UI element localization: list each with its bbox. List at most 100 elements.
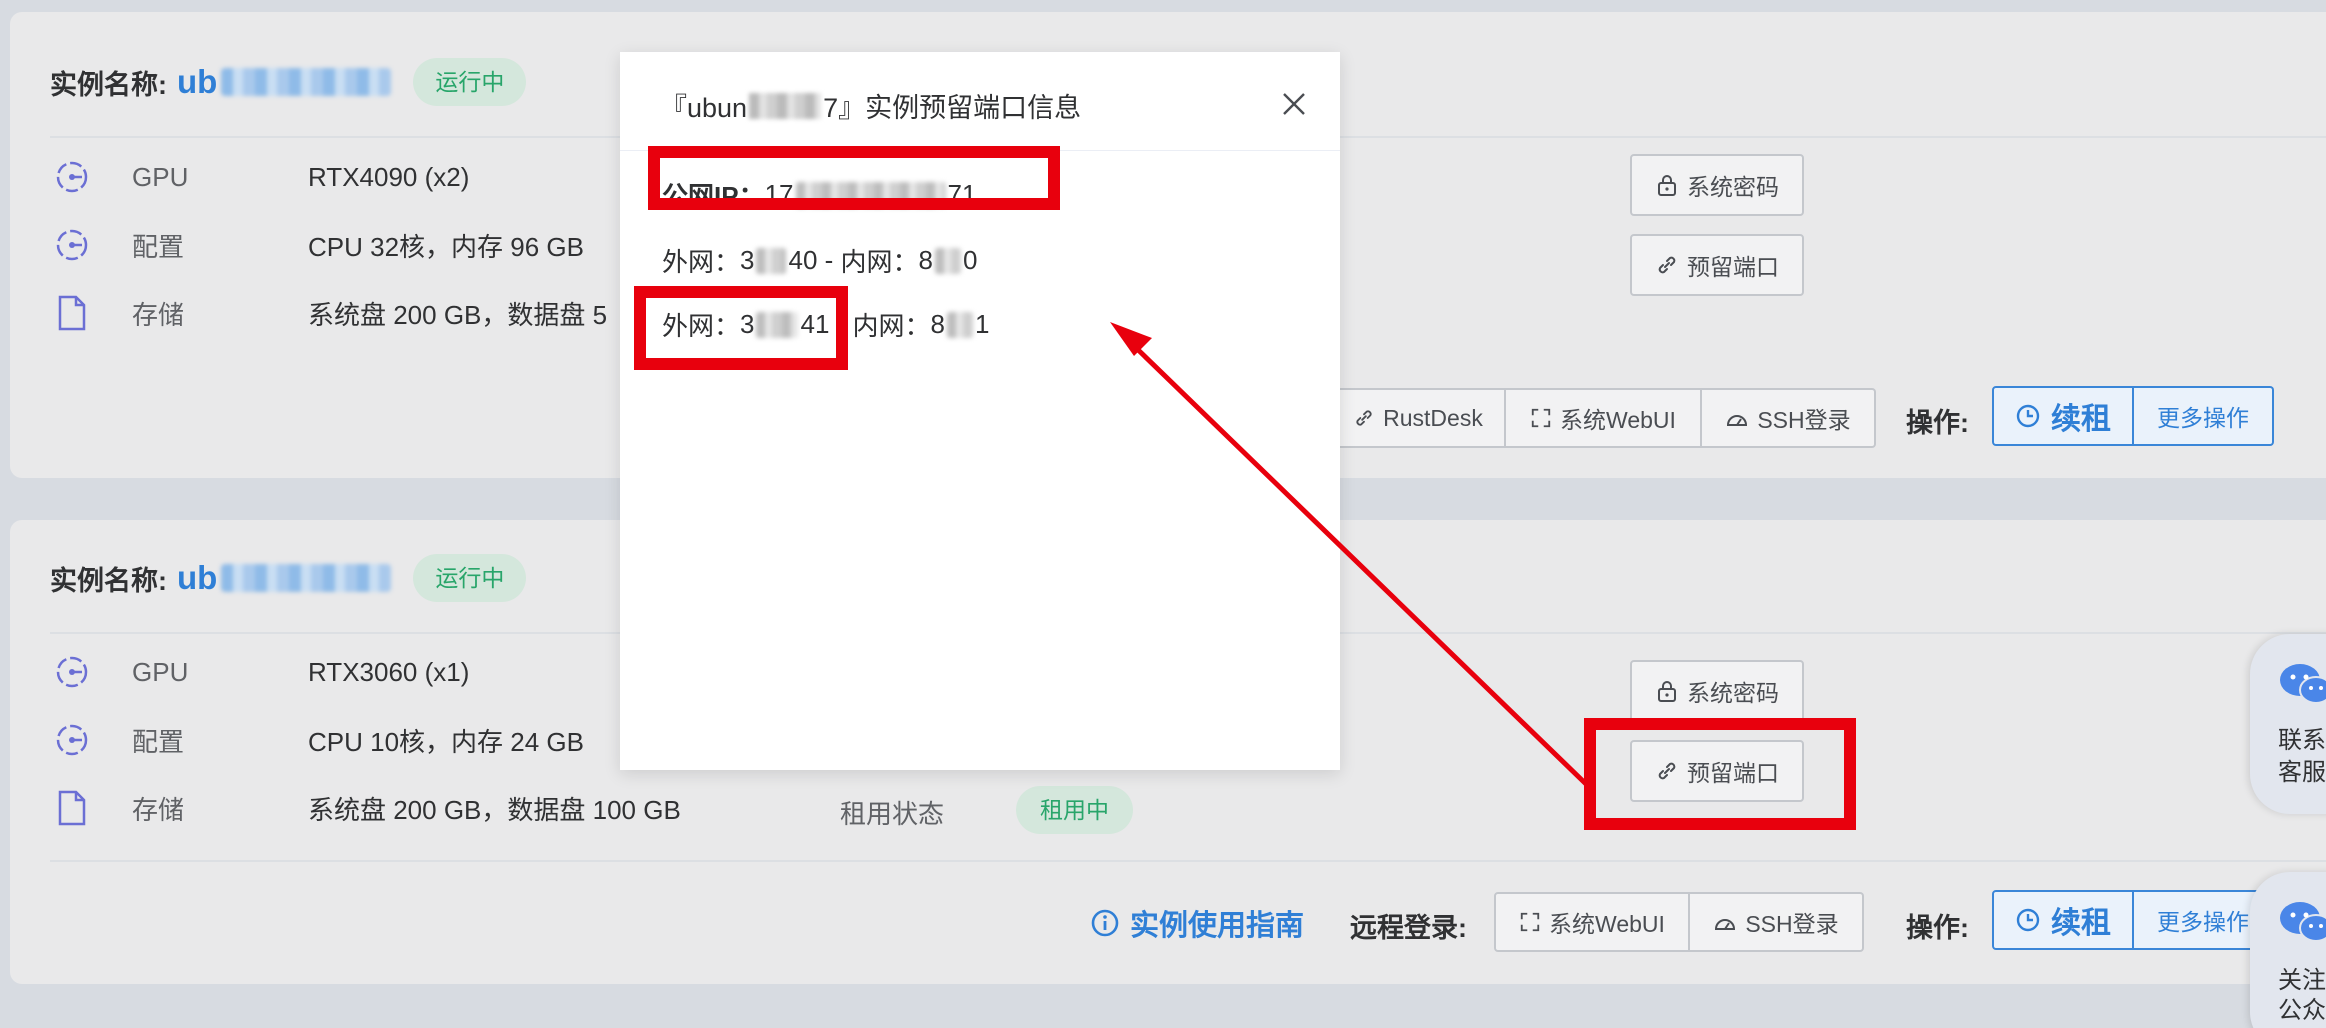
highlight-reserved-port-button bbox=[1584, 718, 1856, 830]
file-icon bbox=[50, 291, 94, 335]
spec-key: 配置 bbox=[132, 231, 185, 262]
redacted-port bbox=[756, 247, 787, 274]
button-label: 续租 bbox=[2051, 907, 2111, 940]
instance-guide-link[interactable]: 实例使用指南 bbox=[1090, 902, 1304, 944]
instance-header: 实例名称: ub 运行中 bbox=[50, 548, 527, 608]
link-icon bbox=[1658, 256, 1676, 274]
link-icon bbox=[1356, 410, 1372, 426]
internal-port-start: 8 bbox=[930, 309, 945, 339]
button-label: RustDesk bbox=[1383, 404, 1483, 431]
internal-port-end: 0 bbox=[963, 245, 978, 275]
modal-title-suffix: 7』实例预留端口信息 bbox=[823, 93, 1082, 123]
webui-button[interactable]: 系统WebUI bbox=[1506, 388, 1702, 448]
button-label: 系统WebUI bbox=[1560, 407, 1676, 433]
spec-row-config: 配置 CPU 32核，内存 96 GB bbox=[50, 223, 584, 267]
spec-key: GPU bbox=[132, 656, 189, 687]
instance-name-label: 实例名称: bbox=[50, 565, 167, 596]
spec-value: RTX3060 (x1) bbox=[308, 656, 470, 687]
button-label: SSH登录 bbox=[1757, 407, 1851, 433]
spec-row-config: 配置 CPU 10核，内存 24 GB bbox=[50, 718, 584, 762]
redacted-port bbox=[935, 247, 961, 274]
internal-port-end: 1 bbox=[975, 309, 990, 339]
info-icon bbox=[1091, 909, 1119, 937]
modal-title-prefix: 『ubun bbox=[660, 93, 748, 123]
contact-service-widget[interactable]: 联系 客服 bbox=[2250, 634, 2326, 814]
spec-value: CPU 10核，内存 24 GB bbox=[308, 726, 584, 757]
clock-icon bbox=[2016, 404, 2040, 428]
config-gear-icon bbox=[50, 718, 94, 762]
remote-login-group: 系统WebUI SSH登录 bbox=[1494, 892, 1864, 952]
operation-group: 续租 更多操作 bbox=[1992, 386, 2274, 446]
widget-text: 联系 bbox=[2278, 727, 2326, 754]
gpu-gear-icon bbox=[50, 650, 94, 694]
spec-key: GPU bbox=[132, 161, 189, 192]
operation-group: 续租 更多操作 bbox=[1992, 890, 2274, 950]
follow-account-widget[interactable]: 关注 公众号 bbox=[2250, 872, 2326, 1028]
gpu-gear-icon bbox=[50, 155, 94, 199]
rent-status-badge: 租用中 bbox=[1016, 786, 1133, 834]
redacted-name bbox=[221, 68, 392, 96]
instance-name-text: ub bbox=[177, 63, 218, 100]
renew-button[interactable]: 续租 bbox=[1992, 890, 2134, 950]
operation-label: 操作: bbox=[1906, 913, 1969, 943]
clock-icon bbox=[2016, 908, 2040, 932]
instance-name-text: ub bbox=[177, 559, 218, 596]
highlight-external-port bbox=[634, 286, 848, 370]
divider bbox=[50, 860, 2326, 862]
webui-button[interactable]: 系统WebUI bbox=[1494, 892, 1690, 952]
port-mapping-row: 外网： 3 40 - 内网： 8 0 bbox=[662, 242, 977, 279]
external-port-end: 40 bbox=[788, 245, 818, 275]
widget-text: 关注 bbox=[2278, 967, 2326, 994]
rent-status-label: 租用状态 bbox=[840, 799, 945, 829]
status-badge: 运行中 bbox=[413, 554, 527, 602]
internal-label: 内网： bbox=[852, 311, 931, 341]
instance-name[interactable]: ub bbox=[177, 559, 392, 597]
spec-value: CPU 32核，内存 96 GB bbox=[308, 231, 584, 262]
modal-title: 『ubun 7』实例预留端口信息 bbox=[660, 86, 1081, 125]
redacted-name bbox=[221, 564, 392, 592]
external-label: 外网： bbox=[662, 247, 741, 277]
status-badge: 运行中 bbox=[413, 58, 527, 106]
widget-text: 公众号 bbox=[2278, 997, 2326, 1024]
renew-button[interactable]: 续租 bbox=[1992, 386, 2134, 446]
close-icon[interactable] bbox=[1278, 88, 1310, 120]
spec-row-gpu: GPU RTX3060 (x1) bbox=[50, 650, 469, 694]
button-label: 系统密码 bbox=[1687, 174, 1779, 200]
spec-row-gpu: GPU RTX4090 (x2) bbox=[50, 155, 469, 199]
spec-value: 系统盘 200 GB，数据盘 100 GB bbox=[308, 794, 681, 825]
lock-icon bbox=[1658, 681, 1676, 702]
instance-header: 实例名称: ub 运行中 bbox=[50, 52, 527, 112]
system-password-button[interactable]: 系统密码 bbox=[1630, 154, 1804, 216]
internal-label: 内网： bbox=[840, 247, 919, 277]
spec-row-storage: 存储 系统盘 200 GB，数据盘 100 GB bbox=[50, 786, 681, 830]
ssh-login-button[interactable]: SSH登录 bbox=[1690, 892, 1864, 952]
redacted-port bbox=[947, 311, 973, 338]
file-icon bbox=[50, 786, 94, 830]
instance-name[interactable]: ub bbox=[177, 63, 392, 101]
expand-icon bbox=[1520, 912, 1540, 932]
system-password-button[interactable]: 系统密码 bbox=[1630, 660, 1804, 722]
spec-value: RTX4090 (x2) bbox=[308, 161, 470, 192]
instance-name-label: 实例名称: bbox=[50, 69, 167, 100]
spec-key: 存储 bbox=[132, 794, 185, 825]
remote-login-group: RustDesk 系统WebUI SSH登录 bbox=[1330, 388, 1876, 448]
button-label: 续租 bbox=[2051, 403, 2111, 436]
reserved-port-button[interactable]: 预留端口 bbox=[1630, 234, 1804, 296]
separator: - bbox=[817, 245, 841, 275]
widget-text: 客服 bbox=[2278, 759, 2326, 786]
lock-icon bbox=[1658, 175, 1676, 196]
rustdesk-button[interactable]: RustDesk bbox=[1330, 388, 1506, 448]
wechat-icon bbox=[2280, 664, 2326, 704]
ssh-login-button[interactable]: SSH登录 bbox=[1702, 388, 1876, 448]
spec-key: 配置 bbox=[132, 726, 185, 757]
button-label: 预留端口 bbox=[1687, 254, 1779, 280]
operation-label: 操作: bbox=[1906, 408, 1969, 438]
expand-icon bbox=[1531, 408, 1551, 428]
more-actions-button[interactable]: 更多操作 bbox=[2134, 386, 2274, 446]
button-label: SSH登录 bbox=[1745, 911, 1839, 937]
spec-row-storage: 存储 系统盘 200 GB，数据盘 5 bbox=[50, 291, 607, 335]
wechat-icon bbox=[2280, 902, 2326, 942]
gauge-icon bbox=[1715, 919, 1736, 930]
config-gear-icon bbox=[50, 223, 94, 267]
button-label: 系统WebUI bbox=[1549, 911, 1665, 937]
